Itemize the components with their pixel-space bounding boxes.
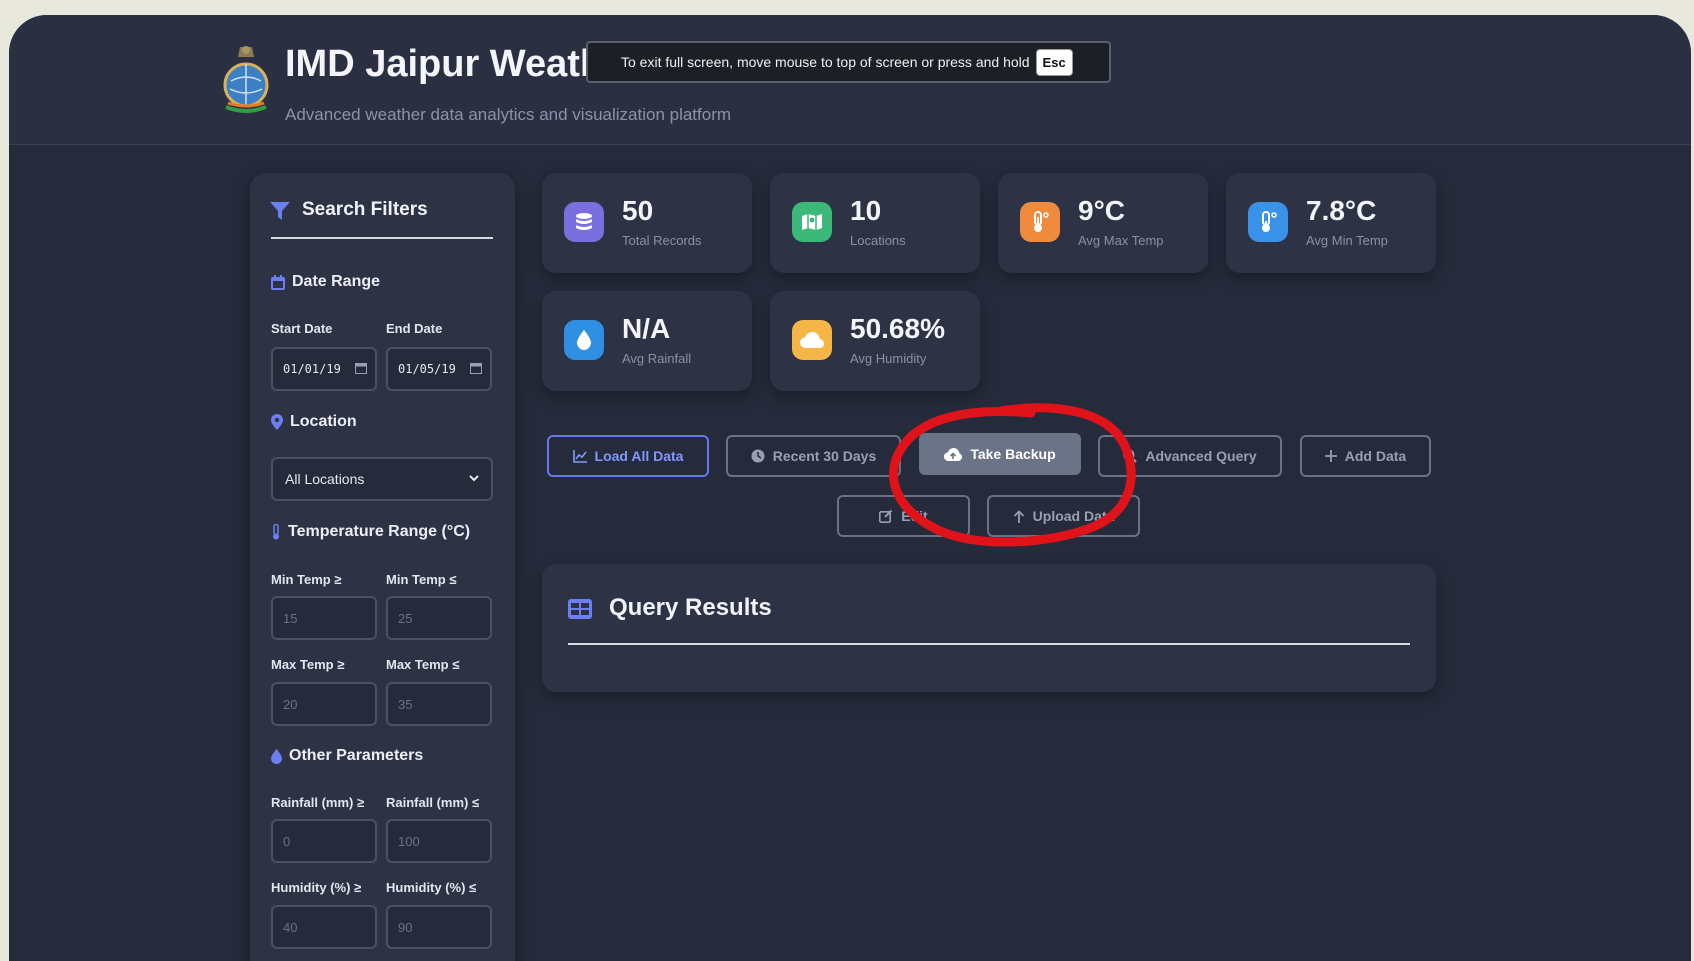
end-date-label: End Date [386, 321, 443, 336]
calendar-picker-icon[interactable] [355, 362, 367, 374]
load-all-data-button[interactable]: Load All Data [547, 435, 709, 477]
take-backup-button[interactable]: Take Backup [919, 433, 1081, 475]
stat-value: N/A [622, 313, 671, 344]
add-data-label: Add Data [1344, 448, 1407, 464]
humidity-ge-input[interactable]: 40 [271, 905, 377, 949]
esc-key-badge: Esc [1035, 48, 1073, 76]
stat-label: Total Records [622, 233, 702, 248]
start-date-label: Start Date [271, 321, 333, 336]
divider [568, 643, 1410, 645]
calendar-picker-icon[interactable] [470, 362, 482, 374]
table-icon [568, 599, 592, 619]
recent-30-days-button[interactable]: Recent 30 Days [726, 435, 901, 477]
stat-label: Avg Min Temp [1306, 233, 1388, 248]
take-backup-label: Take Backup [970, 446, 1056, 462]
rainfall-le-input[interactable]: 100 [386, 819, 492, 863]
advanced-query-button[interactable]: Advanced Query [1098, 435, 1282, 477]
min-temp-ge-input[interactable]: 15 [271, 596, 377, 640]
panel-title: Search Filters [302, 199, 428, 220]
other-parameters-heading: Other Parameters [271, 747, 423, 765]
map-icon [792, 202, 832, 242]
edit-data-label: Edit [901, 508, 928, 524]
imd-emblem-icon [223, 46, 269, 113]
humidity-ge-label: Humidity (%) ≥ [271, 880, 362, 895]
cloud-icon [792, 320, 832, 360]
max-temp-ge-label: Max Temp ≥ [271, 657, 345, 672]
date-range-label: Date Range [292, 273, 381, 290]
thermometer-icon [273, 524, 279, 540]
divider [271, 237, 493, 239]
location-selected-value: All Locations [285, 471, 365, 487]
filter-icon [270, 202, 290, 220]
recent-30-days-label: Recent 30 Days [772, 448, 877, 464]
stat-value: 50.68% [850, 313, 945, 344]
min-temp-ge-label: Min Temp ≥ [271, 572, 342, 587]
upload-icon [1013, 509, 1024, 523]
stat-label: Avg Humidity [850, 351, 927, 366]
rainfall-le-label: Rainfall (mm) ≤ [386, 795, 480, 810]
start-date-value: 01/01/19 [283, 362, 341, 376]
stat-value: 50 [622, 195, 654, 226]
stat-label: Avg Max Temp [1078, 233, 1164, 248]
plus-icon [1324, 450, 1337, 462]
app-window: IMD Jaipur Weather Dashboard Advanced we… [9, 15, 1691, 961]
stat-value: 10 [850, 195, 882, 226]
fullscreen-notice-text: To exit full screen, move mouse to top o… [621, 54, 1030, 70]
max-temp-le-input[interactable]: 35 [386, 682, 492, 726]
stat-label: Avg Rainfall [622, 351, 692, 366]
end-date-value: 01/05/19 [398, 362, 456, 376]
stat-value: 7.8°C [1306, 195, 1377, 226]
other-parameters-label: Other Parameters [289, 747, 424, 764]
date-range-heading: Date Range [271, 273, 380, 291]
chart-line-icon [572, 449, 587, 463]
clock-icon [751, 449, 765, 463]
app-subtitle: Advanced weather data analytics and visu… [285, 105, 732, 124]
stat-card-avg-rainfall: N/A Avg Rainfall [542, 291, 752, 391]
add-data-button[interactable]: Add Data [1300, 435, 1431, 477]
max-temp-le-label: Max Temp ≤ [386, 657, 460, 672]
thermometer-hot-icon [1020, 202, 1060, 242]
stat-value: 9°C [1078, 195, 1125, 226]
start-date-input[interactable]: 01/01/19 [271, 347, 377, 391]
temperature-label: Temperature Range (°C) [288, 523, 471, 540]
droplet-icon [564, 320, 604, 360]
search-icon [1123, 449, 1138, 463]
thermometer-cold-icon [1248, 202, 1288, 242]
rainfall-ge-input[interactable]: 0 [271, 819, 377, 863]
humidity-le-label: Humidity (%) ≤ [386, 880, 477, 895]
humidity-le-input[interactable]: 90 [386, 905, 492, 949]
edit-data-button[interactable]: Edit [837, 495, 970, 537]
fullscreen-exit-notice: To exit full screen, move mouse to top o… [586, 41, 1111, 83]
search-filters-panel: Search Filters Date Range Start Date End… [250, 173, 515, 961]
location-select[interactable]: All Locations [271, 457, 493, 501]
cloud-upload-icon [944, 447, 963, 461]
query-results-title: Query Results [609, 594, 772, 621]
rainfall-ge-label: Rainfall (mm) ≥ [271, 795, 365, 810]
stat-card-locations: 10 Locations [770, 173, 980, 273]
chevron-down-icon [469, 475, 479, 482]
stat-card-avg-min-temp: 7.8°C Avg Min Temp [1226, 173, 1436, 273]
location-heading: Location [271, 413, 357, 431]
database-icon [564, 202, 604, 242]
upload-data-label: Upload Data [1032, 508, 1115, 524]
stat-card-total-records: 50 Total Records [542, 173, 752, 273]
upload-data-button[interactable]: Upload Data [987, 495, 1140, 537]
location-label: Location [290, 413, 357, 430]
edit-icon [879, 509, 893, 523]
load-all-data-label: Load All Data [594, 448, 684, 464]
query-results-panel: Query Results [542, 564, 1436, 692]
map-pin-icon [271, 414, 283, 430]
min-temp-le-label: Min Temp ≤ [386, 572, 457, 587]
droplet-icon [271, 748, 282, 764]
stat-label: Locations [850, 233, 906, 248]
temperature-heading: Temperature Range (°C) [271, 523, 470, 541]
calendar-icon [271, 274, 285, 290]
stat-card-avg-humidity: 50.68% Avg Humidity [770, 291, 980, 391]
min-temp-le-input[interactable]: 25 [386, 596, 492, 640]
stat-card-avg-max-temp: 9°C Avg Max Temp [998, 173, 1208, 273]
end-date-input[interactable]: 01/05/19 [386, 347, 492, 391]
max-temp-ge-input[interactable]: 20 [271, 682, 377, 726]
advanced-query-label: Advanced Query [1145, 448, 1257, 464]
